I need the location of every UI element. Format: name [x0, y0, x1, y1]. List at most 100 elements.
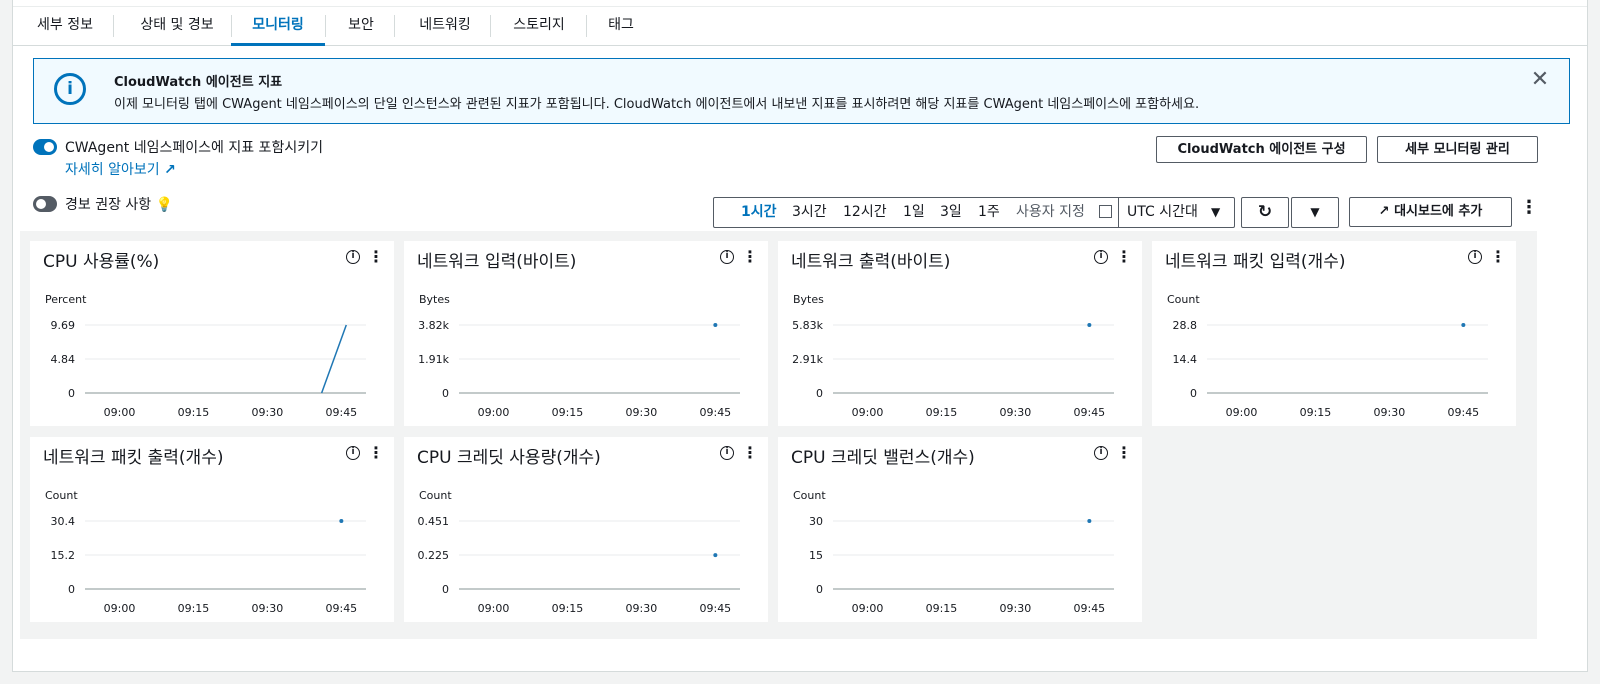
chart-unit-label: Count	[45, 489, 78, 502]
metric-card: CPU 사용률(%) i ⋮ Percent 9.69 4.84 0 09:00 09:15 09…	[30, 241, 394, 426]
y-tick-label: 0	[442, 387, 449, 400]
chart-menu-icon[interactable]: ⋮	[742, 443, 758, 462]
info-icon[interactable]: i	[1094, 446, 1108, 460]
chart-plot: Bytes 5.83k 2.91k 0 09:00 09:15 09:30 09:45	[792, 293, 1114, 419]
timezone-select[interactable]: UTC 시간대	[1127, 198, 1198, 227]
y-tick-label: 30.4	[51, 515, 76, 528]
time-range-3h[interactable]: 3시간	[792, 198, 827, 227]
y-tick-label: 0.451	[418, 515, 450, 528]
info-icon[interactable]: i	[346, 250, 360, 264]
chart-unit-label: Percent	[45, 293, 87, 306]
tab-tags[interactable]: 태그	[597, 7, 645, 46]
info-banner: i CloudWatch 에이전트 지표 이제 모니터링 탭에 CWAgent …	[33, 58, 1570, 124]
add-to-dashboard-label: 대시보드에 추가	[1394, 204, 1483, 219]
time-range-3d[interactable]: 3일	[940, 198, 962, 227]
chart-menu-icon[interactable]: ⋮	[1116, 247, 1132, 266]
data-point	[1087, 323, 1092, 327]
add-to-dashboard-button[interactable]: ↗ 대시보드에 추가	[1349, 197, 1512, 227]
time-range-12h[interactable]: 12시간	[843, 198, 887, 227]
tab-details[interactable]: 세부 정보	[23, 7, 107, 46]
chart-title: 네트워크 입력(바이트)	[417, 252, 577, 272]
metric-card: 네트워크 패킷 입력(개수) i ⋮ Count 28.8 14.4 0 09:00 09:15…	[1152, 241, 1516, 426]
data-point	[1461, 323, 1466, 327]
info-icon[interactable]: i	[720, 446, 734, 460]
y-tick-label: 0	[68, 583, 75, 596]
calendar-icon[interactable]	[1099, 205, 1112, 218]
x-tick-label: 09:45	[325, 406, 357, 419]
time-range-1d[interactable]: 1일	[903, 198, 925, 227]
info-icon[interactable]: i	[1468, 250, 1482, 264]
chart-title: CPU 사용률(%)	[43, 252, 160, 272]
info-icon[interactable]: i	[720, 250, 734, 264]
metric-card: CPU 크레딧 밸런스(개수) i ⋮ Count 30 15 0 09:00 09:15 09:…	[778, 437, 1142, 622]
alarm-recommendations-toggle[interactable]	[33, 196, 57, 212]
tab-divider	[325, 15, 326, 37]
metric-card: 네트워크 패킷 출력(개수) i ⋮ Count 30.4 15.2 0 09:00 09:15…	[30, 437, 394, 622]
lightbulb-icon: 💡	[155, 197, 174, 213]
y-tick-label: 15	[809, 549, 823, 562]
metric-card: CPU 크레딧 사용량(개수) i ⋮ Count 0.451 0.225 0 09:00 09…	[404, 437, 768, 622]
chart-plot: Count 28.8 14.4 0 09:00 09:15 09:30 09:45	[1167, 293, 1488, 419]
chart-menu-icon[interactable]: ⋮	[368, 443, 384, 462]
chart-menu-icon[interactable]: ⋮	[368, 247, 384, 266]
y-tick-label: 3.82k	[418, 319, 449, 332]
time-range-selector: 1시간 3시간 12시간 1일 3일 1주 사용자 지정 UTC 시간대 ▼	[713, 197, 1235, 228]
chart-menu-icon[interactable]: ⋮	[742, 247, 758, 266]
info-icon[interactable]: i	[346, 446, 360, 460]
banner-body: 이제 모니터링 탭에 CWAgent 네임스페이스의 단일 인스턴스와 관련된 …	[114, 97, 1200, 112]
x-tick-label: 09:00	[478, 602, 510, 615]
x-tick-label: 09:30	[1000, 602, 1032, 615]
y-tick-label: 2.91k	[792, 353, 823, 366]
y-tick-label: 0.225	[418, 549, 450, 562]
data-point	[713, 323, 718, 327]
tab-status-alarms[interactable]: 상태 및 경보	[123, 7, 231, 46]
chart-title: 네트워크 출력(바이트)	[791, 252, 951, 272]
y-tick-label: 0	[816, 583, 823, 596]
y-tick-label: 14.4	[1173, 353, 1198, 366]
x-tick-label: 09:45	[1447, 406, 1479, 419]
tab-divider	[490, 15, 491, 37]
chart-menu-icon[interactable]: ⋮	[1490, 247, 1506, 266]
chart-plot: Count 30.4 15.2 0 09:00 09:15 09:30 09:45	[45, 489, 366, 615]
x-tick-label: 09:15	[552, 406, 584, 419]
tab-divider	[113, 15, 114, 37]
cwagent-toggle[interactable]	[33, 139, 57, 155]
caret-down-icon: ▼	[1310, 205, 1320, 219]
learn-more-label: 자세히 알아보기	[65, 162, 160, 178]
caret-down-icon[interactable]: ▼	[1211, 205, 1220, 219]
refresh-options-button[interactable]: ▼	[1291, 197, 1339, 228]
x-tick-label: 09:00	[1226, 406, 1258, 419]
y-tick-label: 30	[809, 515, 823, 528]
data-point	[1087, 519, 1092, 523]
x-tick-label: 09:00	[104, 406, 136, 419]
x-tick-label: 09:15	[926, 602, 958, 615]
banner-title: CloudWatch 에이전트 지표	[114, 75, 283, 90]
x-tick-label: 09:45	[699, 602, 731, 615]
refresh-button[interactable]: ↻	[1241, 197, 1289, 228]
learn-more-link[interactable]: 자세히 알아보기 ↗	[65, 159, 176, 179]
tab-security[interactable]: 보안	[333, 7, 389, 46]
manage-monitoring-button[interactable]: 세부 모니터링 관리	[1377, 136, 1538, 163]
external-link-icon: ↗	[164, 162, 176, 178]
x-tick-label: 09:00	[104, 602, 136, 615]
external-link-icon: ↗	[1378, 204, 1390, 219]
tab-storage[interactable]: 스토리지	[499, 7, 579, 46]
tab-divider	[586, 15, 587, 37]
tab-monitoring[interactable]: 모니터링	[231, 7, 325, 46]
configure-agent-button[interactable]: CloudWatch 에이전트 구성	[1156, 136, 1367, 163]
tab-networking[interactable]: 네트워킹	[405, 7, 485, 46]
time-range-1h[interactable]: 1시간	[741, 198, 777, 227]
y-tick-label: 28.8	[1173, 319, 1198, 332]
chart-unit-label: Count	[419, 489, 452, 502]
chart-title: 네트워크 패킷 출력(개수)	[43, 448, 224, 468]
chart-plot: Percent 9.69 4.84 0 09:00 09:15 09:30 09:45	[45, 293, 366, 419]
info-icon[interactable]: i	[1094, 250, 1108, 264]
chart-menu-icon[interactable]: ⋮	[1116, 443, 1132, 462]
time-range-1w[interactable]: 1주	[978, 198, 1000, 227]
more-options-icon[interactable]: ⋮	[1520, 197, 1538, 218]
time-range-custom[interactable]: 사용자 지정	[1016, 198, 1085, 227]
y-tick-label: 5.83k	[792, 319, 823, 332]
tab-bar: 세부 정보 상태 및 경보 모니터링 보안 네트워킹 스토리지 태그	[13, 6, 1587, 46]
close-icon[interactable]: ✕	[1529, 69, 1551, 91]
y-tick-label: 0	[68, 387, 75, 400]
